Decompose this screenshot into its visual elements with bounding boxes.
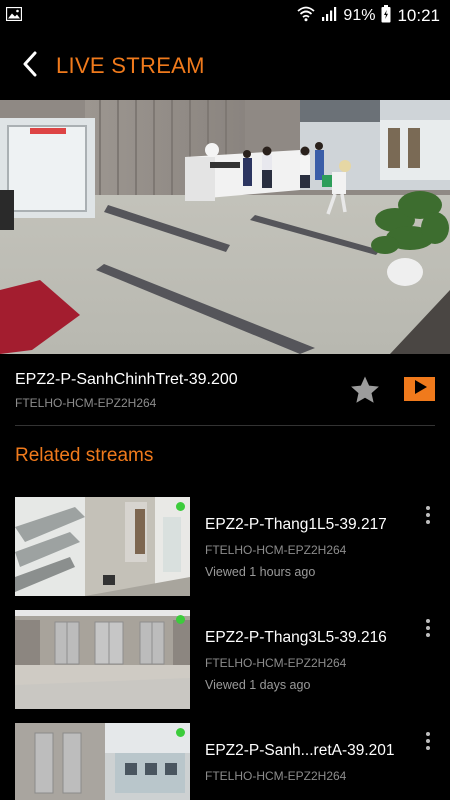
signal-icon bbox=[321, 6, 337, 27]
stream-group: FTELHO-HCM-EPZ2H264 bbox=[205, 543, 347, 557]
battery-percent: 91% bbox=[343, 7, 376, 24]
gallery-notification-icon bbox=[5, 6, 23, 26]
live-indicator bbox=[176, 615, 185, 624]
play-button[interactable] bbox=[404, 377, 435, 401]
related-stream-item[interactable]: EPZ2-P-Thang1L5-39.217 FTELHO-HCM-EPZ2H2… bbox=[0, 497, 450, 607]
current-stream-name: EPZ2-P-SanhChinhTret-39.200 bbox=[15, 371, 238, 388]
dot bbox=[426, 512, 430, 517]
dot bbox=[426, 632, 430, 637]
live-indicator bbox=[176, 502, 185, 511]
live-indicator bbox=[176, 728, 185, 737]
favorite-button[interactable] bbox=[348, 373, 382, 407]
back-button[interactable] bbox=[10, 46, 50, 86]
related-streams-heading: Related streams bbox=[15, 445, 154, 466]
dot bbox=[426, 506, 430, 511]
app-bar: LIVE STREAM bbox=[0, 32, 450, 100]
related-stream-item[interactable]: EPZ2-P-Sanh...retA-39.201 FTELHO-HCM-EPZ… bbox=[0, 723, 450, 800]
star-icon bbox=[348, 376, 382, 411]
related-stream-item[interactable]: EPZ2-P-Thang3L5-39.216 FTELHO-HCM-EPZ2H2… bbox=[0, 610, 450, 720]
stream-thumbnail bbox=[15, 497, 190, 596]
dot bbox=[426, 625, 430, 630]
clock: 10:21 bbox=[397, 6, 440, 25]
dot bbox=[426, 745, 430, 750]
status-bar: 91% 10:21 bbox=[0, 0, 450, 32]
page-title: LIVE STREAM bbox=[56, 53, 205, 78]
more-options-button[interactable] bbox=[418, 502, 438, 528]
wifi-icon bbox=[297, 6, 316, 27]
stream-viewed-time: Viewed 1 hours ago bbox=[205, 565, 316, 579]
more-options-button[interactable] bbox=[418, 615, 438, 641]
stream-name: EPZ2-P-Thang1L5-39.217 bbox=[205, 516, 387, 533]
dot bbox=[426, 619, 430, 624]
stream-viewed-time: Viewed 1 days ago bbox=[205, 678, 311, 692]
dot bbox=[426, 738, 430, 743]
stream-group: FTELHO-HCM-EPZ2H264 bbox=[205, 656, 347, 670]
stream-name: EPZ2-P-Sanh...retA-39.201 bbox=[205, 742, 395, 759]
divider bbox=[15, 425, 435, 426]
stream-group: FTELHO-HCM-EPZ2H264 bbox=[205, 769, 347, 783]
lobby-camera-frame bbox=[0, 100, 450, 354]
stream-thumbnail bbox=[15, 723, 190, 800]
stream-thumbnail bbox=[15, 610, 190, 709]
dot bbox=[426, 732, 430, 737]
video-player[interactable] bbox=[0, 100, 450, 354]
chevron-left-icon bbox=[22, 51, 38, 82]
stream-name: EPZ2-P-Thang3L5-39.216 bbox=[205, 629, 387, 646]
play-icon bbox=[411, 378, 429, 401]
battery-icon bbox=[381, 4, 391, 28]
more-options-button[interactable] bbox=[418, 728, 438, 754]
dot bbox=[426, 519, 430, 524]
current-stream-group: FTELHO-HCM-EPZ2H264 bbox=[15, 396, 157, 410]
